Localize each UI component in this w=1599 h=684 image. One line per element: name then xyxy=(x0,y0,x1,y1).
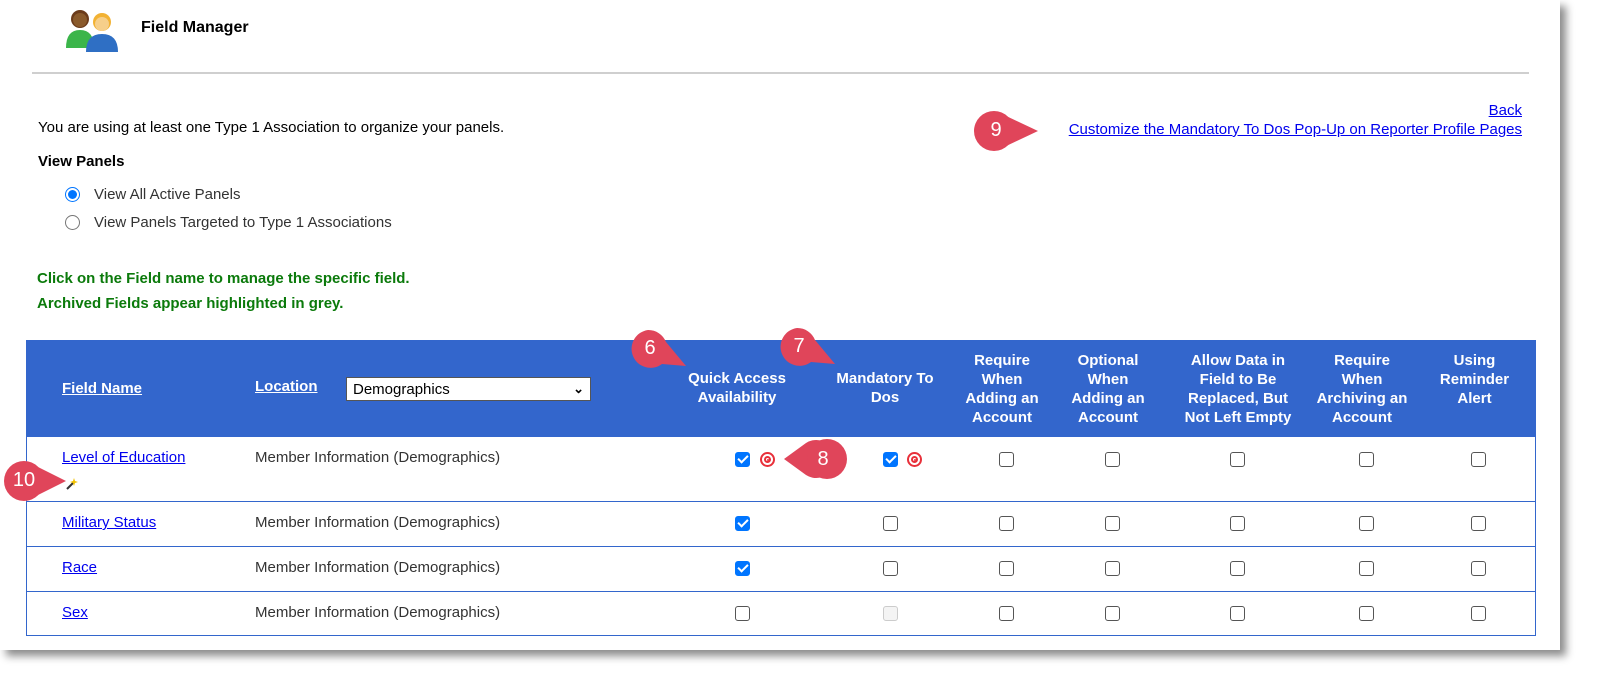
users-icon xyxy=(66,10,118,52)
location-filter-select[interactable]: Demographics ⌄ xyxy=(346,377,591,401)
quick-access-checkbox[interactable] xyxy=(735,516,750,531)
header-line: When xyxy=(981,371,1023,388)
require-archiving-checkbox[interactable] xyxy=(1359,606,1374,621)
view-panels-heading: View Panels xyxy=(38,153,125,170)
allow-replace-checkbox[interactable] xyxy=(1230,561,1245,576)
header-line: Availability xyxy=(697,389,777,406)
allow-replace-checkbox[interactable] xyxy=(1230,606,1245,621)
header-line: Require xyxy=(974,352,1030,369)
header-line: Account xyxy=(1332,409,1392,426)
mandatory-todos-checkbox-disabled xyxy=(883,606,898,621)
field-name-sort-link[interactable]: Field Name xyxy=(62,380,142,397)
callout-7-number: 7 xyxy=(793,335,805,357)
callout-8-number: 8 xyxy=(817,448,829,470)
archived-note: Archived Fields appear highlighted in gr… xyxy=(37,295,344,312)
view-all-active-panels-option[interactable]: View All Active Panels xyxy=(63,186,240,203)
callout-10-number: 10 xyxy=(12,469,36,491)
optional-adding-header: Optional When Adding an Account xyxy=(1058,351,1158,427)
mandatory-todos-header: Mandatory To Dos xyxy=(820,369,950,407)
require-archiving-checkbox[interactable] xyxy=(1359,561,1374,576)
view-all-active-panels-label: View All Active Panels xyxy=(94,186,241,203)
field-location: Member Information (Demographics) xyxy=(255,514,501,531)
require-archiving-header: Require When Archiving an Account xyxy=(1307,351,1417,427)
quick-access-checkbox[interactable] xyxy=(735,561,750,576)
header-line: Not Left Empty xyxy=(1184,409,1292,426)
header-line: Reminder xyxy=(1439,371,1510,388)
require-archiving-checkbox[interactable] xyxy=(1359,452,1374,467)
optional-adding-checkbox[interactable] xyxy=(1105,516,1120,531)
page-title: Field Manager xyxy=(141,19,249,36)
target-icon[interactable] xyxy=(760,452,775,467)
location-filter-value: Demographics xyxy=(353,380,450,398)
quick-access-header: Quick Access Availability xyxy=(672,369,802,407)
header-line: Archiving an xyxy=(1316,390,1408,407)
field-link-race[interactable]: Race xyxy=(62,559,97,576)
field-location: Member Information (Demographics) xyxy=(255,449,501,466)
customize-mandatory-popup-link[interactable]: Customize the Mandatory To Dos Pop-Up on… xyxy=(1069,121,1522,138)
field-location: Member Information (Demographics) xyxy=(255,559,501,576)
table-row: Sex Member Information (Demographics) xyxy=(27,591,1535,635)
header-line: Adding an xyxy=(1071,390,1145,407)
quick-access-checkbox[interactable] xyxy=(735,452,750,467)
header-line: Allow Data in xyxy=(1190,352,1286,369)
require-adding-checkbox[interactable] xyxy=(999,606,1014,621)
optional-adding-checkbox[interactable] xyxy=(1105,561,1120,576)
require-adding-checkbox[interactable] xyxy=(999,561,1014,576)
fields-table: Field Name Location Demographics ⌄ Quick… xyxy=(26,340,1536,636)
field-location: Member Information (Demographics) xyxy=(255,604,501,621)
mandatory-todos-checkbox[interactable] xyxy=(883,452,898,467)
table-row: Race Member Information (Demographics) xyxy=(27,546,1535,591)
field-link-level-of-education[interactable]: Level of Education xyxy=(62,449,185,466)
callout-9-number: 9 xyxy=(990,119,1002,141)
instruction-note: Click on the Field name to manage the sp… xyxy=(37,270,410,287)
table-row: Level of Education Member Information (D… xyxy=(27,436,1535,501)
view-all-active-panels-radio[interactable] xyxy=(65,187,80,202)
mandatory-todos-checkbox[interactable] xyxy=(883,561,898,576)
mandatory-todos-checkbox[interactable] xyxy=(883,516,898,531)
header-line: Account xyxy=(1078,409,1138,426)
target-icon[interactable] xyxy=(907,452,922,467)
header-line: Replaced, But xyxy=(1187,390,1289,407)
view-targeted-panels-option[interactable]: View Panels Targeted to Type 1 Associati… xyxy=(63,214,392,231)
association-notice: You are using at least one Type 1 Associ… xyxy=(38,119,505,136)
header-line: Using xyxy=(1453,352,1496,369)
header-line: When xyxy=(1087,371,1129,388)
require-adding-checkbox[interactable] xyxy=(999,516,1014,531)
field-link-sex[interactable]: Sex xyxy=(62,604,88,621)
back-link[interactable]: Back xyxy=(1489,102,1522,119)
header-line: Quick Access xyxy=(688,370,786,387)
header-line: When xyxy=(1341,371,1383,388)
location-sort-link[interactable]: Location xyxy=(255,378,318,395)
header-line: Dos xyxy=(870,389,900,406)
reminder-alert-checkbox[interactable] xyxy=(1471,561,1486,576)
quick-access-checkbox[interactable] xyxy=(735,606,750,621)
callout-6-number: 6 xyxy=(644,337,656,359)
reminder-alert-header: Using Reminder Alert xyxy=(1427,351,1522,408)
header-line: Alert xyxy=(1457,390,1492,407)
allow-replace-checkbox[interactable] xyxy=(1230,452,1245,467)
require-archiving-checkbox[interactable] xyxy=(1359,516,1374,531)
page-frame: Field Manager Back Customize the Mandato… xyxy=(0,0,1560,650)
view-targeted-panels-label: View Panels Targeted to Type 1 Associati… xyxy=(94,214,392,231)
header-line: Require xyxy=(1334,352,1390,369)
reminder-alert-checkbox[interactable] xyxy=(1471,516,1486,531)
optional-adding-checkbox[interactable] xyxy=(1105,606,1120,621)
header-line: Optional xyxy=(1077,352,1139,369)
header-line: Account xyxy=(972,409,1032,426)
require-adding-header: Require When Adding an Account xyxy=(952,351,1052,427)
header-divider xyxy=(32,72,1529,74)
table-row: Military Status Member Information (Demo… xyxy=(27,501,1535,546)
allow-replace-header: Allow Data in Field to Be Replaced, But … xyxy=(1167,351,1309,427)
field-link-military-status[interactable]: Military Status xyxy=(62,514,156,531)
header-line: Adding an xyxy=(965,390,1039,407)
reminder-alert-checkbox[interactable] xyxy=(1471,452,1486,467)
allow-replace-checkbox[interactable] xyxy=(1230,516,1245,531)
header-line: Mandatory To xyxy=(836,370,934,387)
require-adding-checkbox[interactable] xyxy=(999,452,1014,467)
reminder-alert-checkbox[interactable] xyxy=(1471,606,1486,621)
header-line: Field to Be xyxy=(1199,371,1277,388)
optional-adding-checkbox[interactable] xyxy=(1105,452,1120,467)
view-targeted-panels-radio[interactable] xyxy=(65,215,80,230)
chevron-down-icon: ⌄ xyxy=(573,381,584,396)
